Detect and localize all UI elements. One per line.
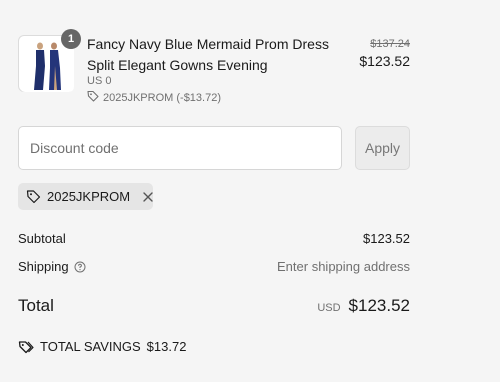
quantity-badge: 1 — [61, 29, 81, 49]
applied-discount-chip: 2025JKPROM — [18, 183, 153, 210]
total-value-group: USD $123.52 — [317, 296, 410, 316]
applied-code-label: 2025JKPROM — [47, 189, 131, 204]
subtotal-label: Subtotal — [18, 231, 66, 246]
total-savings: TOTAL SAVINGS $13.72 — [18, 339, 186, 354]
savings-value: $13.72 — [146, 339, 187, 354]
help-icon[interactable] — [74, 261, 86, 273]
remove-discount-icon[interactable] — [142, 191, 154, 203]
original-price: $137.24 — [370, 38, 410, 50]
tag-icon — [26, 189, 41, 204]
product-title: Fancy Navy Blue Mermaid Prom Dress Split… — [87, 36, 329, 73]
product-discount-label: 2025JKPROM (-$13.72) — [103, 91, 221, 104]
total-currency: USD — [317, 302, 341, 314]
product-discount: 2025JKPROM (-$13.72) — [87, 90, 221, 105]
shipping-label-group: Shipping — [18, 259, 86, 274]
total-amount: $123.52 — [348, 296, 410, 315]
shipping-value: Enter shipping address — [277, 259, 410, 274]
product-price: $123.52 — [359, 53, 410, 69]
subtotal-value: $123.52 — [363, 231, 410, 246]
apply-button[interactable]: Apply — [355, 126, 410, 170]
tag-icon — [18, 340, 34, 354]
shipping-label: Shipping — [18, 259, 69, 274]
savings-label: TOTAL SAVINGS — [40, 339, 141, 354]
total-label: Total — [18, 296, 54, 315]
discount-code-input[interactable] — [18, 126, 342, 170]
tag-icon — [87, 90, 99, 105]
product-variant: US 0 — [87, 75, 112, 87]
